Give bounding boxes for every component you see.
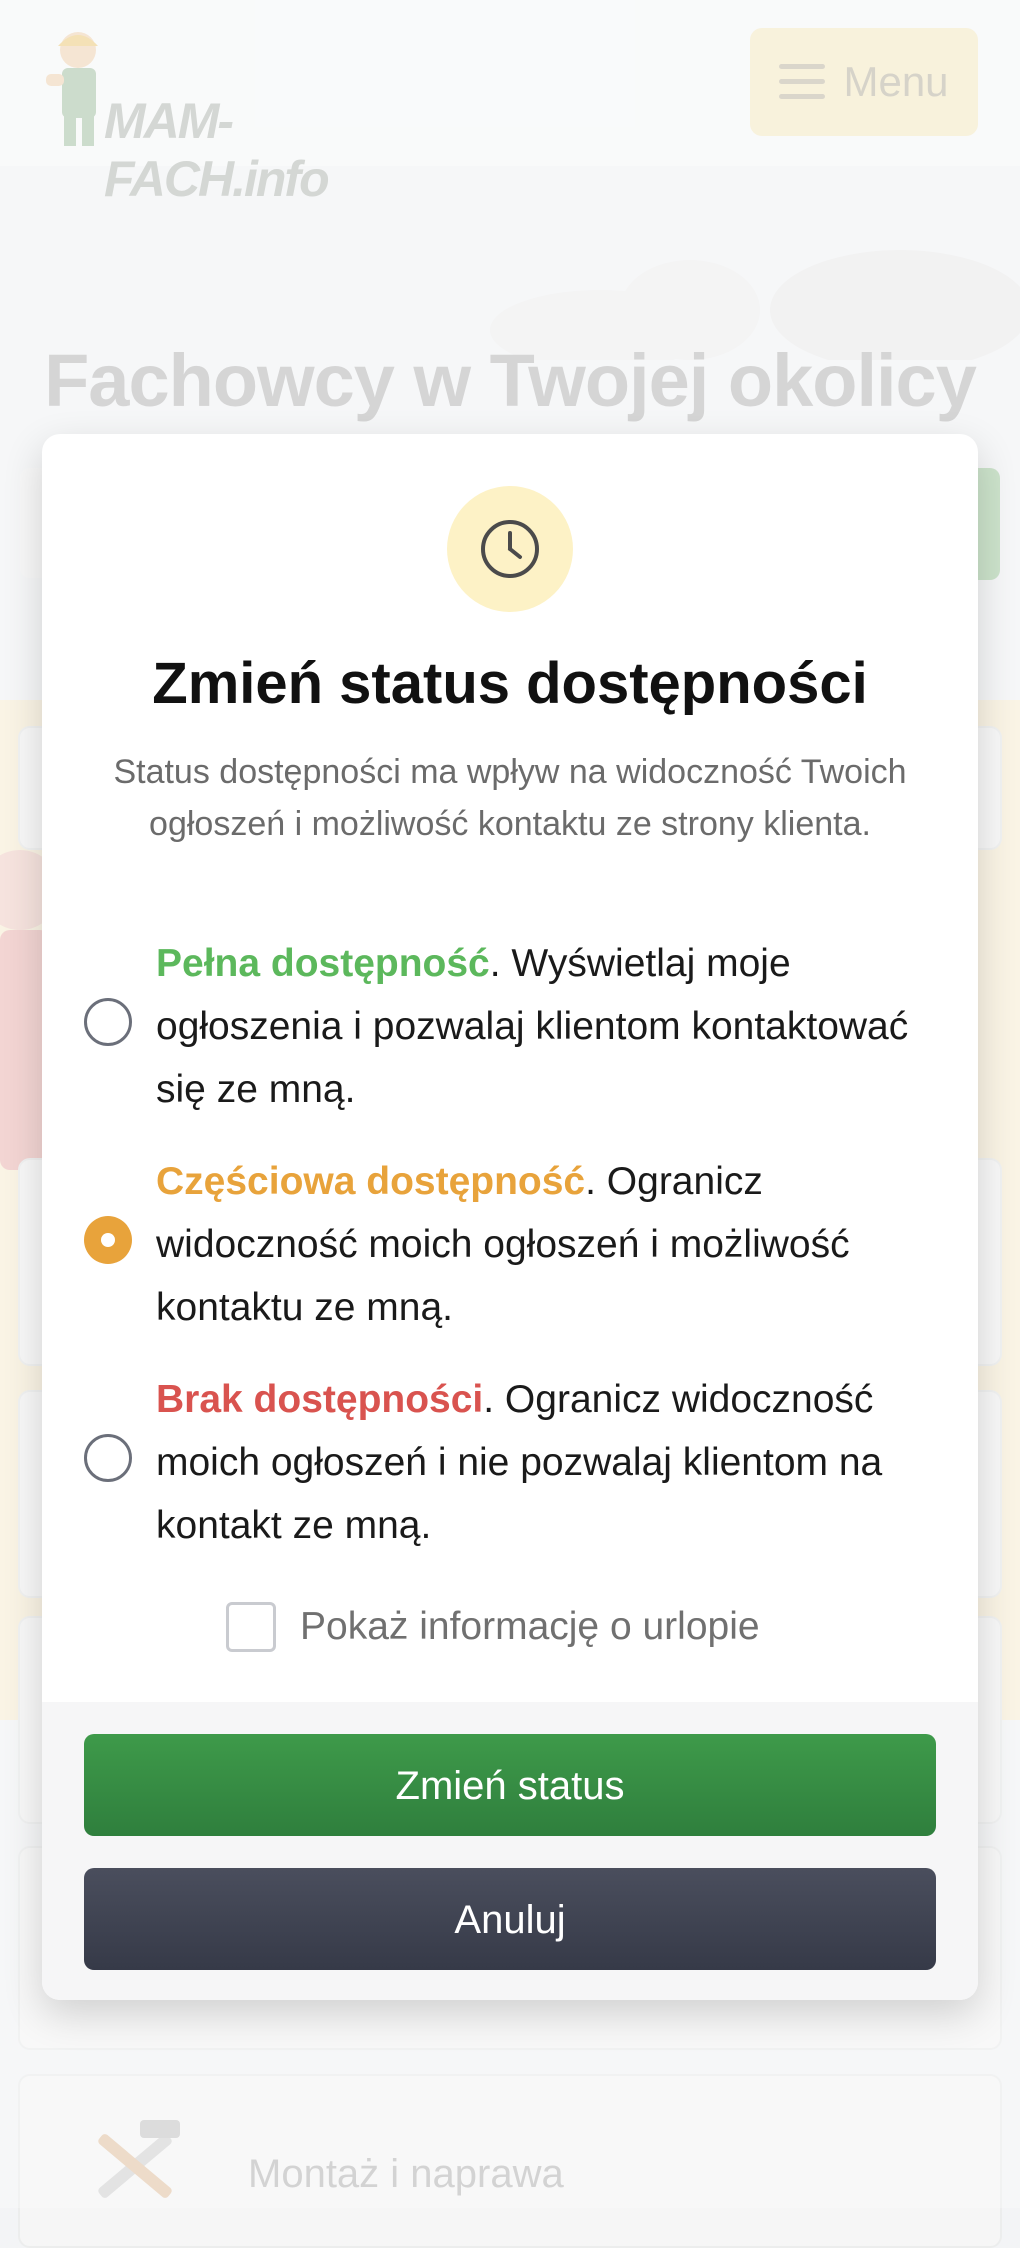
change-status-button[interactable]: Zmień status bbox=[84, 1734, 936, 1836]
option-partial-availability-title: Częściowa dostępność bbox=[156, 1160, 586, 1203]
modal-footer: Zmień status Anuluj bbox=[42, 1702, 978, 2000]
option-no-availability-title: Brak dostępności bbox=[156, 1378, 484, 1421]
vacation-info-toggle[interactable]: Pokaż informację o urlopie bbox=[226, 1600, 760, 1654]
radio-partial-availability[interactable] bbox=[84, 1216, 132, 1264]
vacation-label: Pokaż informację o urlopie bbox=[300, 1605, 760, 1648]
option-full-availability-text: Pełna dostępność. Wyświetlaj moje ogłosz… bbox=[156, 932, 956, 1121]
cancel-button[interactable]: Anuluj bbox=[84, 1868, 936, 1970]
clock-icon bbox=[481, 520, 539, 578]
option-partial-availability-text: Częściowa dostępność. Ogranicz widocznoś… bbox=[156, 1150, 956, 1339]
modal-title: Zmień status dostępności bbox=[152, 651, 868, 716]
option-no-availability[interactable]: Brak dostępności. Ogranicz widoczność mo… bbox=[42, 1368, 978, 1568]
vacation-checkbox[interactable] bbox=[226, 1602, 276, 1652]
option-partial-availability[interactable]: Częściowa dostępność. Ogranicz widocznoś… bbox=[42, 1150, 978, 1350]
option-full-availability-title: Pełna dostępność bbox=[156, 942, 490, 985]
option-full-availability[interactable]: Pełna dostępność. Wyświetlaj moje ogłosz… bbox=[42, 932, 978, 1132]
radio-no-availability[interactable] bbox=[84, 1434, 132, 1482]
availability-status-modal: Zmień status dostępności Status dostępno… bbox=[42, 434, 978, 2000]
modal-description: Status dostępności ma wpływ na widocznoś… bbox=[113, 753, 907, 843]
option-no-availability-text: Brak dostępności. Ogranicz widoczność mo… bbox=[156, 1368, 956, 1557]
radio-full-availability[interactable] bbox=[84, 998, 132, 1046]
modal-icon-badge bbox=[447, 486, 573, 612]
